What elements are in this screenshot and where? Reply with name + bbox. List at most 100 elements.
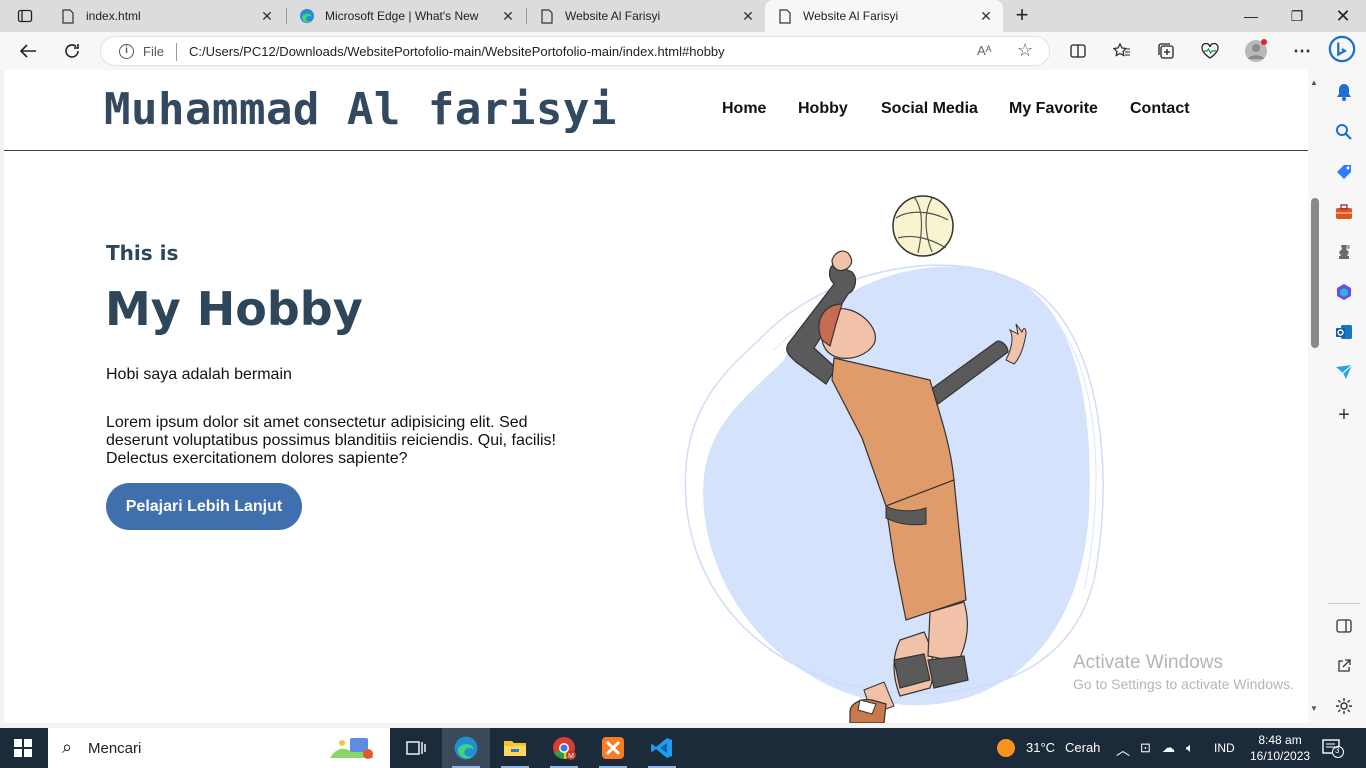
weather-condition[interactable]: Cerah [1065,740,1100,755]
nav-home[interactable]: Home [722,100,766,118]
restore-button[interactable]: ❐ [1274,0,1320,32]
drop-send-icon[interactable] [1332,360,1356,384]
xampp-icon [602,737,624,759]
back-button[interactable] [14,37,42,65]
hero-intro: Hobi saya adalah bermain [106,366,292,383]
search-icon[interactable] [1332,120,1356,144]
sidebar-toggle-icon[interactable] [1332,614,1356,638]
open-external-icon[interactable] [1332,654,1356,678]
taskbar-file-explorer-app[interactable] [491,728,539,768]
close-icon[interactable]: ✕ [741,9,755,23]
scroll-up-icon[interactable]: ▲ [1310,78,1318,87]
outlook-icon[interactable] [1332,320,1356,344]
windows-start-icon[interactable] [14,739,32,757]
search-icon: ⌕ [62,737,73,757]
file-icon [777,8,793,24]
close-window-button[interactable]: ✕ [1320,0,1366,32]
site-header: Muhammad Al farisyi Home Hobby Social Me… [4,70,1308,151]
taskbar-search-placeholder: Mencari [88,740,142,757]
edge-sidebar: + [1322,70,1366,727]
close-icon[interactable]: ✕ [260,9,274,23]
favorites-button[interactable] [1108,37,1136,65]
taskbar-xampp-app[interactable] [589,728,637,768]
edge-icon [299,8,315,24]
taskbar-search-box[interactable]: ⌕ Mencari [48,728,390,768]
url-text[interactable]: C:/Users/PC12/Downloads/WebsitePortofoli… [189,44,725,59]
refresh-button[interactable] [58,37,86,65]
sidebar-settings-gear-icon[interactable] [1332,694,1356,718]
cloud-icon[interactable]: ☁ [1162,740,1175,756]
tab-label: Website Al Farisyi [565,9,661,23]
notifications-bell-icon[interactable] [1332,80,1356,104]
close-icon[interactable]: ✕ [501,9,515,23]
weather-sun-icon [997,739,1015,757]
task-view-button[interactable] [392,728,440,768]
nav-contact[interactable]: Contact [1130,100,1190,118]
volleyball-player-illustration [684,195,1104,723]
back-arrow-icon [19,44,36,58]
profile-button[interactable] [1242,37,1270,65]
scroll-thumb[interactable] [1311,198,1319,348]
hero-title: My Hobby [105,282,363,336]
site-info-icon[interactable]: i [119,44,134,59]
tools-briefcase-icon[interactable] [1332,200,1356,224]
learn-more-button[interactable]: Pelajari Lebih Lanjut [106,483,302,530]
windows-taskbar: ⌕ Mencari M 31°C Cerah ︿ ⊡ ☁ 🔈︎ IND 8:48… [0,728,1366,768]
volume-icon[interactable]: 🔈︎ [1186,740,1194,756]
split-screen-button[interactable] [1064,37,1092,65]
taskbar-edge-app[interactable] [442,728,490,768]
heart-pulse-icon [1201,43,1219,59]
nav-social-media[interactable]: Social Media [881,100,978,118]
hero-subtitle: This is [106,241,179,265]
scroll-down-icon[interactable]: ▼ [1310,704,1318,713]
collections-icon [1158,43,1174,59]
tab-strip: index.html ✕ Microsoft Edge | What's New… [0,0,1366,32]
show-hidden-icons-icon[interactable]: ︿ [1116,740,1130,760]
copilot-button[interactable] [1328,35,1356,63]
weather-temperature[interactable]: 31°C [1026,740,1055,755]
activate-windows-title: Activate Windows [1073,652,1223,673]
read-aloud-icon[interactable]: Aᴬ [977,43,992,58]
folder-icon [504,741,526,756]
refresh-icon [65,44,79,58]
taskbar-chrome-app[interactable]: M [540,728,588,768]
games-chess-icon[interactable] [1332,240,1356,264]
tab-website-al-farisyi-active[interactable]: Website Al Farisyi ✕ [765,0,1003,32]
nav-my-favorite[interactable]: My Favorite [1009,100,1098,118]
file-icon [60,8,76,24]
collections-button[interactable] [1152,37,1180,65]
new-tab-button[interactable]: + [1010,4,1034,28]
browser-essentials-button[interactable] [1196,37,1224,65]
settings-more-button[interactable]: ⋯ [1288,37,1316,65]
page-viewport: Muhammad Al farisyi Home Hobby Social Me… [4,70,1308,723]
tab-edge-whats-new[interactable]: Microsoft Edge | What's New ✕ [287,0,525,32]
clock-time: 8:48 am [1258,733,1302,747]
svg-text:M: M [568,753,574,760]
browser-toolbar: i File C:/Users/PC12/Downloads/WebsitePo… [0,32,1366,70]
language-indicator[interactable]: IND [1214,741,1235,755]
add-sidebar-app-icon[interactable]: + [1332,403,1356,427]
notification-icon [1322,739,1344,758]
shopping-tag-icon[interactable] [1332,160,1356,184]
site-brand[interactable]: Muhammad Al farisyi [104,84,617,135]
address-bar[interactable]: i File C:/Users/PC12/Downloads/WebsitePo… [100,36,1050,66]
nav-hobby[interactable]: Hobby [798,100,848,118]
taskbar-clock[interactable]: 8:48 am 16/10/2023 [1250,732,1310,764]
tab-label: index.html [86,9,141,23]
tab-index-html[interactable]: index.html ✕ [48,0,284,32]
notification-center-button[interactable]: 3 [1322,738,1344,758]
clock-date: 16/10/2023 [1250,749,1311,763]
tab-actions-button[interactable] [8,4,42,28]
bing-copilot-icon [1328,35,1356,63]
search-highlight-icon [330,738,374,759]
tab-website-al-farisyi[interactable]: Website Al Farisyi ✕ [527,0,765,32]
page-scrollbar[interactable]: ▲ ▼ [1308,70,1322,723]
volleyball-icon [892,195,954,257]
network-icon[interactable]: ⊡ [1140,740,1151,756]
split-screen-icon [1070,44,1086,58]
close-icon[interactable]: ✕ [979,9,993,23]
taskbar-vscode-app[interactable] [638,728,686,768]
minimize-button[interactable]: — [1228,0,1274,32]
microsoft-365-icon[interactable] [1332,280,1356,304]
favorite-star-icon[interactable]: ☆ [1017,40,1033,61]
